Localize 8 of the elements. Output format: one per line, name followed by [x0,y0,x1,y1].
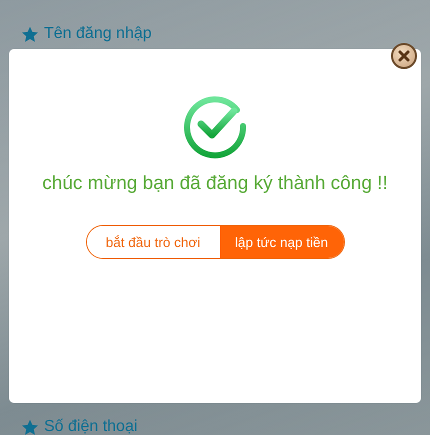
field-label: Số điện thoại [44,419,138,435]
star-icon [21,26,39,42]
success-message: chúc mừng bạn đã đăng ký thành công !! [42,173,388,195]
close-icon [398,50,410,62]
field-label: Tên đăng nhập [44,26,152,42]
star-icon [21,418,39,435]
top-up-button[interactable]: lập tức nạp tiền [220,226,344,258]
close-button[interactable] [391,43,417,69]
